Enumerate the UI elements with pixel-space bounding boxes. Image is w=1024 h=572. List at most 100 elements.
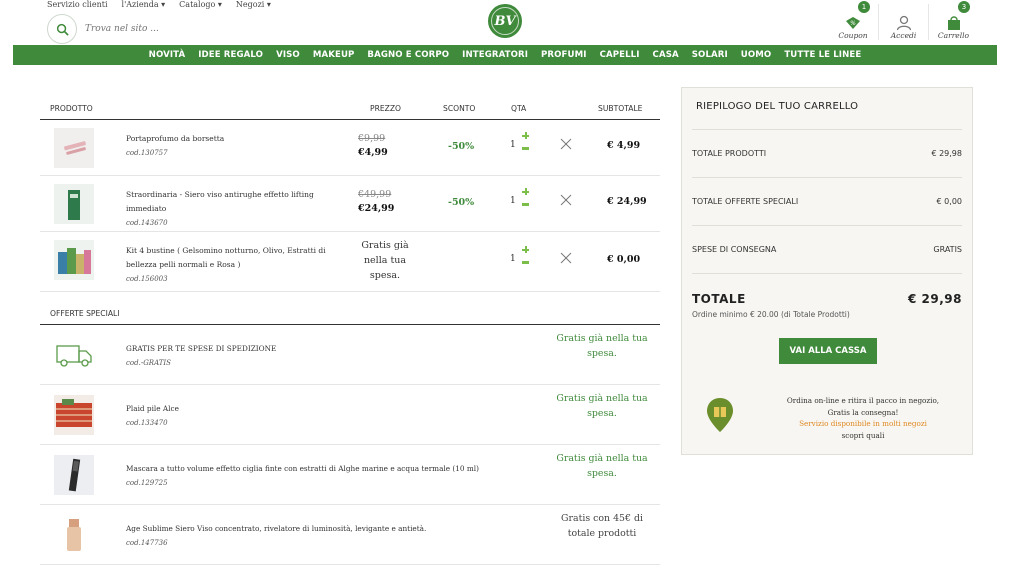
nav-novita[interactable]: NOVITÀ: [149, 50, 186, 60]
cart-summary: RIEPILOGO DEL TUO CARRELLO TOTALE PRODOT…: [681, 87, 973, 455]
nav-bagno-corpo[interactable]: BAGNO E CORPO: [367, 50, 449, 60]
total-label: TOTALE: [692, 292, 746, 306]
summary-title: RIEPILOGO DEL TUO CARRELLO: [696, 101, 859, 112]
offer-code: cod.133470: [126, 419, 168, 427]
search-button[interactable]: [47, 14, 77, 44]
plus-icon[interactable]: [522, 188, 529, 195]
top-link-servizio-clienti[interactable]: Servizio clienti: [47, 0, 108, 9]
plus-icon[interactable]: [522, 132, 529, 139]
discount: -50%: [448, 197, 475, 208]
nav-makeup[interactable]: MAKEUP: [313, 50, 355, 60]
product-code: cod.156003: [126, 275, 168, 283]
offer-image[interactable]: [54, 455, 94, 495]
row-subtotal: € 4,99: [607, 140, 641, 151]
nav-capelli[interactable]: CAPELLI: [600, 50, 640, 60]
offer-name[interactable]: Age Sublime Siero Viso concentrato, rive…: [126, 522, 506, 550]
offer-name[interactable]: Plaid pile Alce cod.133470: [126, 402, 506, 430]
header-price: PREZZO: [370, 104, 402, 113]
offer-title: GRATIS PER TE SPESE DI SPEDIZIONE: [126, 344, 277, 353]
cart-table-header: PRODOTTO PREZZO SCONTO QTA SUBTOTALE: [40, 98, 660, 120]
shipping-label: SPESE DI CONSEGNA: [692, 245, 777, 254]
cart-row: Straordinaria - Siero viso antirughe eff…: [40, 176, 660, 232]
offer-row: GRATIS PER TE SPESE DI SPEDIZIONE cod.-G…: [40, 325, 660, 385]
offer-row: Age Sublime Siero Viso concentrato, rive…: [40, 505, 660, 565]
nav-casa[interactable]: CASA: [653, 50, 679, 60]
product-image[interactable]: [54, 184, 94, 224]
top-links: Servizio clienti l'Azienda ▾ Catalogo ▾ …: [47, 0, 271, 9]
cart-label: Carrello: [937, 31, 970, 40]
remove-icon[interactable]: [560, 194, 572, 206]
offers-list: GRATIS PER TE SPESE DI SPEDIZIONE cod.-G…: [40, 325, 660, 565]
nav-viso[interactable]: VISO: [276, 50, 300, 60]
product-name[interactable]: Portaprofumo da borsetta cod.130757: [126, 132, 336, 160]
top-link-azienda[interactable]: l'Azienda ▾: [122, 0, 166, 9]
shopping-bag-icon: [947, 16, 960, 30]
minus-icon[interactable]: [522, 261, 529, 264]
quantity-value: 1: [510, 196, 516, 206]
user-icon: [896, 15, 911, 31]
logo-text: BV: [494, 13, 516, 29]
row-subtotal: € 24,99: [607, 196, 647, 207]
coupon-badge: 1: [858, 1, 870, 13]
divider: [692, 225, 962, 226]
offer-code: cod.147736: [126, 539, 168, 547]
offer-status: Gratis con 45€ di totale prodotti: [561, 513, 643, 539]
checkout-button[interactable]: VAI ALLA CASSA: [779, 338, 877, 364]
offer-title: Age Sublime Siero Viso concentrato, rive…: [126, 524, 427, 533]
search-icon: [56, 23, 68, 35]
total-products-label: TOTALE PRODOTTI: [692, 149, 767, 158]
site-logo[interactable]: BV: [488, 4, 522, 38]
nav-profumi[interactable]: PROFUMI: [541, 50, 587, 60]
nav-integratori[interactable]: INTEGRATORI: [462, 50, 528, 60]
row-subtotal: € 0,00: [607, 254, 641, 265]
product-image[interactable]: [54, 128, 94, 168]
minus-icon[interactable]: [522, 203, 529, 206]
cart-row: Portaprofumo da borsetta cod.130757 €9,9…: [40, 120, 660, 176]
nav-uomo[interactable]: UOMO: [741, 50, 772, 60]
offer-code: cod.-GRATIS: [126, 359, 171, 367]
cart-button[interactable]: 3 Carrello: [928, 1, 978, 40]
divider: [692, 177, 962, 178]
offer-name: GRATIS PER TE SPESE DI SPEDIZIONE cod.-G…: [126, 342, 506, 370]
coupon-button[interactable]: % 1 Coupon: [828, 1, 878, 40]
summary-row-shipping: SPESE DI CONSEGNA GRATIS: [692, 245, 962, 254]
header-product: PRODOTTO: [50, 104, 93, 113]
product-name[interactable]: Straordinaria - Siero viso antirughe eff…: [126, 188, 336, 230]
offers-header: OFFERTE SPECIALI: [40, 304, 660, 325]
plus-icon[interactable]: [522, 246, 529, 253]
offer-image[interactable]: [54, 395, 94, 435]
quantity-value: 1: [510, 140, 516, 150]
coupon-label: Coupon: [838, 31, 868, 40]
pickup-line1: Ordina on-line e ritira il pacco in nego…: [786, 396, 940, 405]
nav-tutte-linee[interactable]: TUTTE LE LINEE: [784, 50, 861, 60]
nav-idee-regalo[interactable]: IDEE REGALO: [198, 50, 263, 60]
product-name[interactable]: Kit 4 bustine ( Gelsomino notturno, Oliv…: [126, 244, 336, 286]
remove-icon[interactable]: [560, 138, 572, 150]
main-nav: NOVITÀ IDEE REGALO VISO MAKEUP BAGNO E C…: [13, 45, 997, 65]
remove-icon[interactable]: [560, 252, 572, 264]
new-price: €4,99: [358, 147, 388, 158]
minus-icon[interactable]: [522, 147, 529, 150]
top-link-negozi[interactable]: Negozi ▾: [236, 0, 271, 9]
summary-row-products: TOTALE PRODOTTI € 29,98: [692, 149, 962, 158]
quantity-value: 1: [510, 254, 516, 264]
pickup-info: Ordina on-line e ritira il pacco in nego…: [768, 395, 958, 441]
quantity-stepper: [522, 188, 530, 206]
discover-stores-link[interactable]: scopri quali: [768, 430, 958, 442]
account-button[interactable]: Accedi: [878, 4, 928, 40]
divider: [692, 129, 962, 130]
search-bar: [47, 14, 233, 44]
total-value: € 29,98: [908, 292, 962, 306]
offer-image[interactable]: [54, 515, 94, 555]
pickup-stores-link[interactable]: Servizio disponibile in molti negozi: [768, 418, 958, 430]
search-input[interactable]: [85, 24, 225, 34]
cart-row: Kit 4 bustine ( Gelsomino notturno, Oliv…: [40, 232, 660, 292]
shipping-value: GRATIS: [933, 245, 962, 254]
product-image[interactable]: [54, 240, 94, 280]
summary-total: TOTALE € 29,98: [692, 292, 962, 306]
offer-name[interactable]: Mascara a tutto volume effetto ciglia fi…: [126, 462, 506, 490]
nav-solari[interactable]: SOLARI: [692, 50, 728, 60]
header-discount: SCONTO: [443, 104, 476, 113]
top-link-catalogo[interactable]: Catalogo ▾: [179, 0, 222, 9]
old-price: €49,99: [358, 189, 392, 200]
